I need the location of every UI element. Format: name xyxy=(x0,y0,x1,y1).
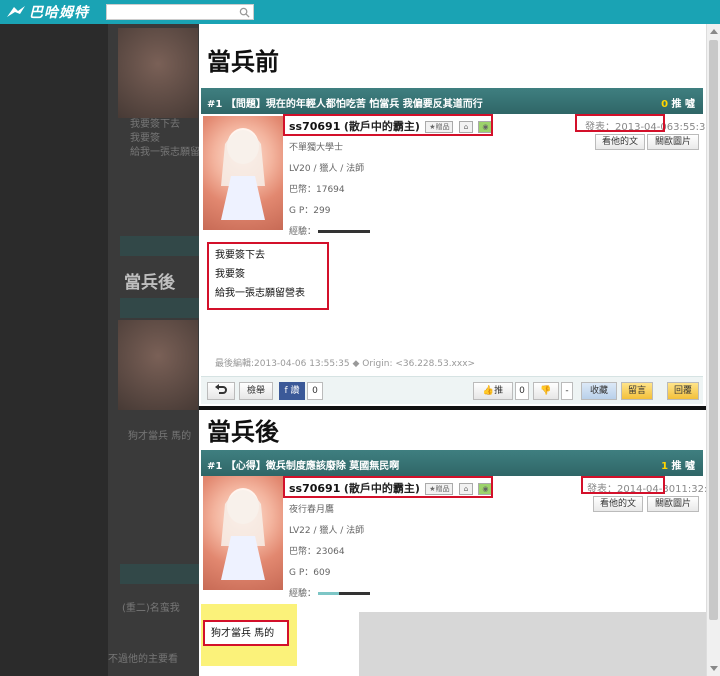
scroll-thumb[interactable] xyxy=(709,40,718,620)
highlight-box-username xyxy=(283,476,493,498)
push-counter: 1 推 噓 xyxy=(661,457,695,472)
search-input[interactable] xyxy=(107,5,237,20)
image-lightbox: 當兵前 #1 【問題】現在的年輕人都怕吃苦 怕當兵 我偏要反其道而行 0 推 噓… xyxy=(199,24,706,676)
facebook-like-count: 0 xyxy=(307,382,323,400)
user-coins: 巴幣：17694 xyxy=(289,185,345,195)
post-title[interactable]: #1 【心得】徵兵制度應該廢除 莫國無民啊 xyxy=(207,457,399,472)
push-label[interactable]: 推 xyxy=(672,461,682,472)
date-suffix: 3:55:35 xyxy=(673,122,706,133)
boo-label[interactable]: 噓 xyxy=(685,99,695,110)
undo-icon xyxy=(215,384,227,394)
background-avatar xyxy=(118,28,198,118)
user-coins: 巴幣：23064 xyxy=(289,547,345,557)
post-content: 我要簽下去 我要簽 給我一張志願留營表 xyxy=(215,246,305,303)
exp-label: 經驗： xyxy=(289,227,317,237)
user-title: 夜行春月鷹 xyxy=(289,505,335,515)
content-line: 我要簽下去 xyxy=(215,250,265,261)
thumb-up-icon: 👍 xyxy=(482,386,495,396)
search-icon[interactable] xyxy=(239,7,250,18)
section-divider xyxy=(199,406,706,410)
boo-label[interactable]: 噓 xyxy=(685,461,695,472)
post-header-before: #1 【問題】現在的年輕人都怕吃苦 怕當兵 我偏要反其道而行 0 推 噓 xyxy=(201,88,703,114)
close-images-button[interactable]: 關歐圖片 xyxy=(647,496,699,512)
background-toolbar xyxy=(120,236,200,256)
scroll-down-arrow-icon[interactable] xyxy=(710,666,718,671)
undo-button[interactable] xyxy=(207,382,235,400)
exp-bar xyxy=(318,230,371,233)
post-toolbar-before: 檢舉 f 讚 0 👍推 0 👎 - 收藏 留言 回覆 xyxy=(201,376,703,404)
push-count: 1 xyxy=(661,461,669,472)
dragon-logo-icon xyxy=(7,6,25,17)
user-exp: 經驗： xyxy=(289,584,371,605)
content-line: 我要簽 xyxy=(215,269,245,280)
search-box[interactable] xyxy=(106,4,254,20)
bg-text-after: 狗才當兵 馬的 xyxy=(128,431,192,442)
facebook-like-button[interactable]: f 讚 xyxy=(279,382,305,400)
highlight-box-username xyxy=(283,114,493,136)
background-post-header xyxy=(120,298,200,318)
user-avatar[interactable] xyxy=(203,116,283,230)
thumbnail-strip xyxy=(359,612,706,676)
thumb-down-icon: 👎 xyxy=(540,386,552,396)
post-header-after: #1 【心得】徵兵制度應該廢除 莫國無民啊 1 推 噓 xyxy=(201,450,703,476)
background-page: 我要簽下去 我要簽 給我一張志願留營表 當兵後 狗才當兵 馬的 (重二)名蛮我 xyxy=(108,24,220,676)
background-title-after: 當兵後 xyxy=(124,273,175,293)
user-gp: G P：299 xyxy=(289,206,331,216)
logo-text: 巴哈姆特 xyxy=(29,5,89,21)
push-button-label: 推 xyxy=(494,386,504,396)
user-level: LV22 / 獵人 / 法師 xyxy=(289,526,365,536)
view-posts-button[interactable]: 看他的文 xyxy=(595,134,645,150)
close-images-button[interactable]: 關歐圖片 xyxy=(647,134,699,150)
post-body-before: ss70691 (散戶中的霸主) ★贈品 ⌂ ◉ 不單獨大學士 LV20 / 獵… xyxy=(201,114,706,376)
boo-button-count: - xyxy=(561,382,573,400)
collect-button[interactable]: 收藏 xyxy=(581,382,617,400)
site-header: 巴哈姆特 xyxy=(0,0,720,24)
user-avatar[interactable] xyxy=(203,476,283,590)
push-label[interactable]: 推 xyxy=(672,99,682,110)
comment-button[interactable]: 留言 xyxy=(621,382,653,400)
section-title-before: 當兵前 xyxy=(207,47,279,76)
exp-bar xyxy=(318,592,371,595)
section-title-after: 當兵後 xyxy=(207,417,279,446)
user-exp: 經驗： xyxy=(289,222,371,243)
anime-girl-icon xyxy=(221,488,265,580)
anime-girl-icon xyxy=(221,128,265,220)
push-button[interactable]: 👍推 xyxy=(473,382,513,400)
highlight-box-date xyxy=(581,476,665,494)
background-toolbar-2 xyxy=(120,564,200,584)
push-counter: 0 推 噓 xyxy=(661,95,695,110)
push-count: 0 xyxy=(661,99,669,110)
user-gp: G P：609 xyxy=(289,568,331,578)
edit-info: 最後編輯:2013-04-06 13:55:35 ◆ Origin: <36.2… xyxy=(215,359,476,369)
post-content: 狗才當兵 馬的 xyxy=(211,628,275,639)
scrollbar[interactable] xyxy=(706,24,720,676)
user-stats: 夜行春月鷹 LV22 / 獵人 / 法師 巴幣：23064 G P：609 經驗… xyxy=(289,500,371,605)
highlight-box-date xyxy=(575,114,665,132)
date-suffix: 11:32:08 xyxy=(675,484,706,495)
scroll-up-arrow-icon[interactable] xyxy=(710,29,718,34)
view-posts-button[interactable]: 看他的文 xyxy=(593,496,643,512)
site-logo[interactable]: 巴哈姆特 xyxy=(6,2,89,22)
user-stats: 不單獨大學士 LV20 / 獵人 / 法師 巴幣：17694 G P：299 經… xyxy=(289,138,371,243)
user-level: LV20 / 獵人 / 法師 xyxy=(289,164,365,174)
background-bottom-text: 不過他的主要看 xyxy=(108,654,178,665)
report-button[interactable]: 檢舉 xyxy=(239,382,273,400)
background-avatar-2 xyxy=(118,320,198,410)
push-button-count: 0 xyxy=(515,382,529,400)
bg-footer-text: (重二)名蛮我 xyxy=(122,603,180,614)
post-body-after: ss70691 (散戶中的霸主) ★贈品 ⌂ ◉ 夜行春月鷹 LV22 / 獵人… xyxy=(201,476,706,612)
post-title[interactable]: #1 【問題】現在的年輕人都怕吃苦 怕當兵 我偏要反其道而行 xyxy=(207,95,483,110)
user-title: 不單獨大學士 xyxy=(289,143,344,153)
exp-label: 經驗： xyxy=(289,589,317,599)
reply-button[interactable]: 回覆 xyxy=(667,382,699,400)
boo-button[interactable]: 👎 xyxy=(533,382,559,400)
content-line: 給我一張志願留營表 xyxy=(215,288,305,299)
